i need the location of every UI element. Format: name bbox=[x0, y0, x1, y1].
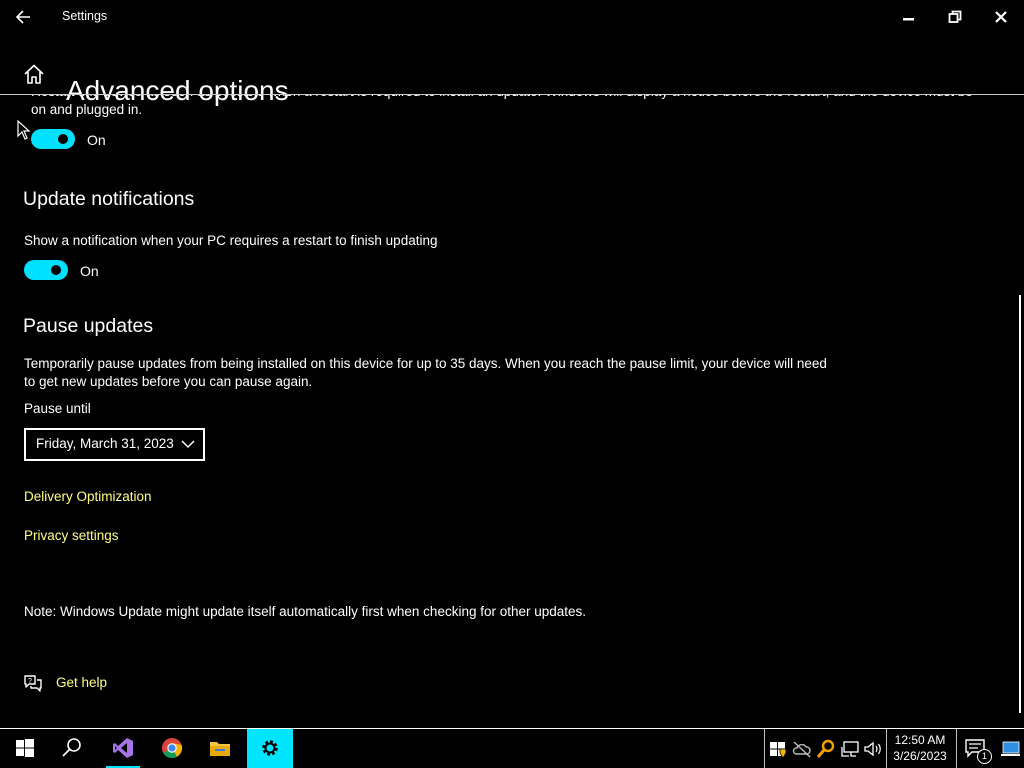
minimize-button[interactable] bbox=[886, 4, 932, 30]
restart-toggle[interactable] bbox=[31, 129, 75, 149]
update-notifications-heading: Update notifications bbox=[23, 188, 195, 210]
close-icon bbox=[995, 11, 1007, 23]
back-arrow-icon bbox=[15, 10, 30, 24]
restore-icon bbox=[948, 10, 962, 23]
show-desktop-icon[interactable] bbox=[1000, 738, 1020, 758]
restore-button[interactable] bbox=[932, 4, 978, 30]
pause-until-value: Friday, March 31, 2023 bbox=[36, 436, 174, 451]
taskbar-settings[interactable] bbox=[247, 729, 293, 768]
search-button[interactable] bbox=[49, 729, 95, 768]
update-note: Note: Windows Update might update itself… bbox=[24, 604, 587, 619]
window-title: Settings bbox=[62, 9, 108, 23]
notifications-toggle-state: On bbox=[80, 263, 99, 279]
toggle-knob bbox=[58, 134, 68, 144]
settings-content: Restart this device as soon as possible … bbox=[0, 95, 1016, 728]
pause-description: Temporarily pause updates from being ins… bbox=[24, 356, 827, 389]
chrome-icon bbox=[162, 738, 183, 759]
vertical-scrollbar[interactable] bbox=[1016, 95, 1024, 728]
taskbar-file-explorer[interactable] bbox=[197, 729, 243, 768]
cloud-off-icon[interactable] bbox=[792, 739, 812, 759]
search-icon bbox=[62, 738, 81, 757]
home-icon bbox=[24, 64, 44, 84]
tray-separator bbox=[886, 729, 887, 768]
pause-until-label: Pause until bbox=[24, 401, 91, 416]
notifications-toggle[interactable] bbox=[24, 260, 68, 280]
get-help-link[interactable]: Get help bbox=[56, 675, 107, 690]
home-button[interactable] bbox=[22, 63, 46, 85]
chevron-down-icon bbox=[181, 440, 195, 449]
page-header: Advanced options bbox=[0, 50, 1024, 106]
minimize-icon bbox=[903, 18, 914, 21]
system-clock[interactable]: 12:50 AM 3/26/2023 bbox=[890, 732, 950, 764]
visual-studio-icon bbox=[113, 738, 133, 758]
restart-toggle-state: On bbox=[87, 132, 106, 148]
taskbar-chrome[interactable] bbox=[149, 729, 195, 768]
file-explorer-icon bbox=[210, 742, 230, 756]
pause-until-dropdown[interactable]: Friday, March 31, 2023 bbox=[24, 428, 205, 461]
title-bar: Settings bbox=[0, 0, 1024, 34]
notifications-description: Show a notification when your PC require… bbox=[24, 233, 438, 248]
defender-icon[interactable] bbox=[768, 739, 788, 759]
clock-date: 3/26/2023 bbox=[893, 749, 947, 763]
volume-icon[interactable] bbox=[863, 739, 883, 759]
scrollbar-thumb[interactable] bbox=[1019, 295, 1021, 713]
action-center-button[interactable]: 1 bbox=[964, 738, 992, 764]
tray-separator bbox=[764, 729, 765, 768]
tray-separator bbox=[956, 729, 957, 768]
settings-gear-icon bbox=[262, 740, 278, 756]
back-button[interactable] bbox=[12, 6, 36, 28]
search-tool-icon[interactable] bbox=[816, 739, 836, 759]
toggle-knob bbox=[51, 265, 61, 275]
delivery-optimization-link[interactable]: Delivery Optimization bbox=[24, 489, 152, 504]
pause-updates-heading: Pause updates bbox=[23, 315, 154, 337]
windows-start-icon bbox=[16, 739, 34, 757]
network-icon[interactable] bbox=[840, 739, 860, 759]
notification-count-badge: 1 bbox=[977, 749, 992, 764]
restart-description: Restart this device as soon as possible … bbox=[31, 95, 973, 117]
svg-text:?: ? bbox=[28, 678, 32, 685]
start-button[interactable] bbox=[2, 729, 48, 768]
taskbar: 12:50 AM 3/26/2023 1 bbox=[0, 728, 1024, 768]
privacy-settings-link[interactable]: Privacy settings bbox=[24, 528, 119, 543]
help-chat-icon[interactable]: ? bbox=[22, 673, 44, 693]
close-button[interactable] bbox=[978, 4, 1024, 30]
mouse-cursor-icon bbox=[17, 120, 31, 140]
clock-time: 12:50 AM bbox=[894, 733, 946, 747]
taskbar-visual-studio[interactable] bbox=[100, 729, 146, 768]
